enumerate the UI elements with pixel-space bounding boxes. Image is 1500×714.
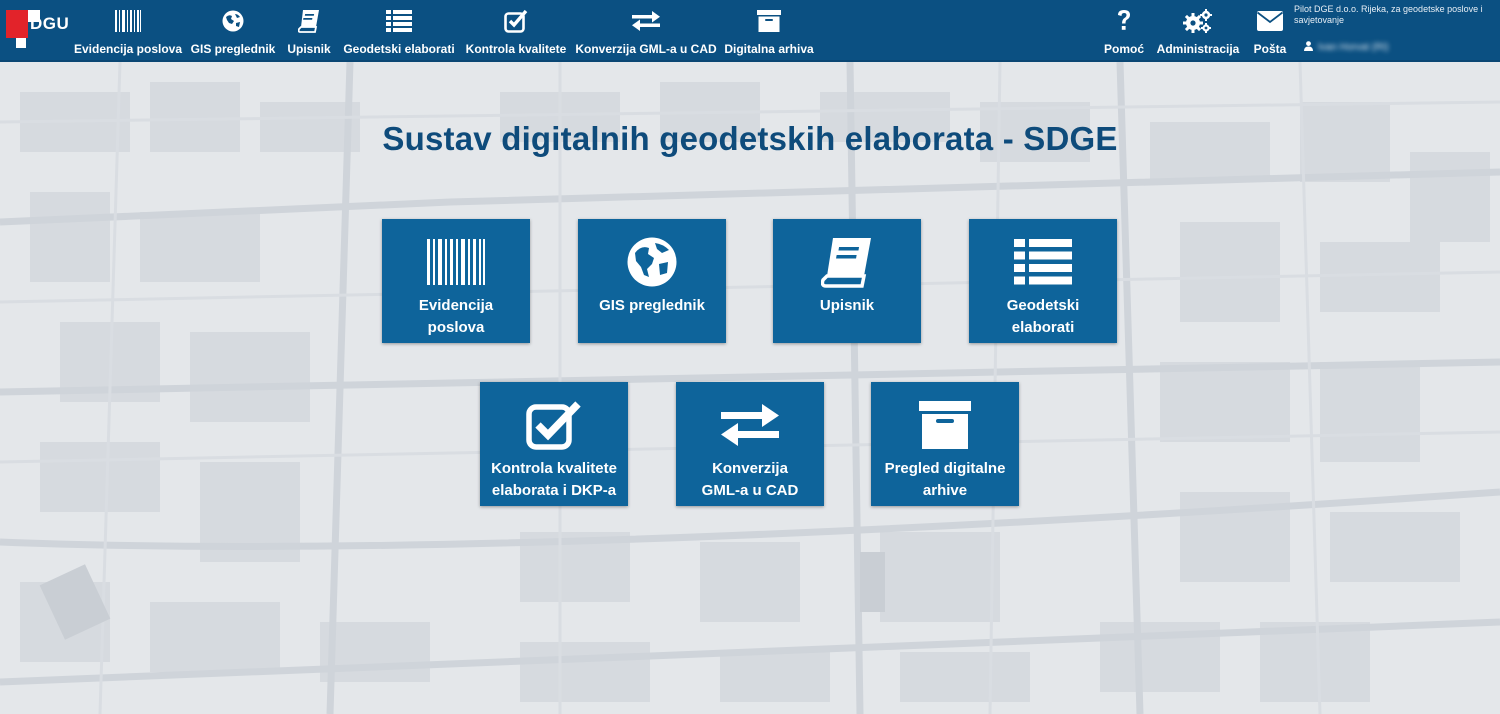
checkbox-icon xyxy=(480,396,628,454)
list-icon xyxy=(969,233,1117,291)
nav-digitalna-arhiva[interactable]: Digitalna arhiva xyxy=(724,0,814,60)
nav-label: Konverzija GML-a u CAD xyxy=(575,42,717,56)
nav-label: Pomoć xyxy=(1104,42,1145,56)
nav-label: GIS preglednik xyxy=(190,42,276,56)
page-title: Sustav digitalnih geodetskih elaborata -… xyxy=(382,120,1118,157)
archive-icon xyxy=(757,9,781,33)
envelope-icon xyxy=(1257,9,1283,33)
logo-text: DGU xyxy=(30,14,70,33)
globe-icon xyxy=(578,233,726,291)
tile-kontrola-kvalitete[interactable]: Kontrola kvalitete elaborata i DKP-a xyxy=(480,382,628,506)
question-icon xyxy=(1116,9,1132,33)
gears-icon xyxy=(1183,9,1213,33)
nav-kontrola-kvalitete[interactable]: Kontrola kvalitete xyxy=(465,0,567,60)
checkbox-icon xyxy=(504,9,528,33)
nav-label: Upisnik xyxy=(287,42,331,56)
tile-label: Kontrola kvalitete elaborata i DKP-a xyxy=(491,460,617,499)
nav-label: Kontrola kvalitete xyxy=(465,42,567,56)
exchange-icon xyxy=(632,9,660,33)
book-icon xyxy=(298,9,320,33)
tile-gis-preglednik[interactable]: GIS preglednik xyxy=(578,219,726,343)
nav-label: Geodetski elaborati xyxy=(343,42,455,56)
list-icon xyxy=(386,9,412,33)
tile-label: Evidencija poslova xyxy=(418,297,494,336)
user-name: Ivan Horvat (RI) xyxy=(1318,42,1389,53)
dgu-logo[interactable]: DGU xyxy=(6,8,72,50)
barcode-icon xyxy=(115,9,141,33)
user-icon xyxy=(1304,41,1313,54)
tile-geodetski-elaborati[interactable]: Geodetski elaborati xyxy=(969,219,1117,343)
nav-administracija[interactable]: Administracija xyxy=(1156,0,1240,60)
tile-pregled-digitalne-arhive[interactable]: Pregled digitalne arhive xyxy=(871,382,1019,506)
nav-label: Digitalna arhiva xyxy=(724,42,814,56)
globe-icon xyxy=(222,9,244,33)
tile-evidencija-poslova[interactable]: Evidencija poslova xyxy=(382,219,530,343)
nav-posta[interactable]: Pošta xyxy=(1252,0,1288,60)
barcode-icon xyxy=(382,233,530,291)
logo-flag xyxy=(6,10,28,38)
exchange-icon xyxy=(676,396,824,454)
company-name: Pilot DGE d.o.o. Rijeka, za geodetske po… xyxy=(1294,4,1483,25)
tile-label: Pregled digitalne arhive xyxy=(884,460,1006,499)
nav-geodetski-elaborati[interactable]: Geodetski elaborati xyxy=(343,0,455,60)
nav-pomoc[interactable]: Pomoć xyxy=(1104,0,1144,60)
nav-label: Evidencija poslova xyxy=(73,42,183,56)
book-icon xyxy=(773,233,921,291)
top-navigation-bar: DGU Evidencija poslova GIS preglednik Up… xyxy=(0,0,1500,62)
tile-label: Konverzija GML-a u CAD xyxy=(701,460,799,499)
tile-konverzija-gml-cad[interactable]: Konverzija GML-a u CAD xyxy=(676,382,824,506)
nav-evidencija-poslova[interactable]: Evidencija poslova xyxy=(74,0,182,60)
nav-gis-preglednik[interactable]: GIS preglednik xyxy=(190,0,276,60)
tile-upisnik[interactable]: Upisnik xyxy=(773,219,921,343)
tile-label: Upisnik xyxy=(819,297,875,314)
nav-konverzija-gml-cad[interactable]: Konverzija GML-a u CAD xyxy=(575,0,717,60)
nav-upisnik[interactable]: Upisnik xyxy=(287,0,331,60)
tile-label: Geodetski elaborati xyxy=(1006,297,1080,336)
tile-label: GIS preglednik xyxy=(599,297,705,314)
archive-icon xyxy=(871,396,1019,454)
nav-label: Pošta xyxy=(1253,42,1287,56)
user-menu[interactable]: Ivan Horvat (RI) xyxy=(1304,41,1389,54)
nav-label: Administracija xyxy=(1156,42,1240,56)
